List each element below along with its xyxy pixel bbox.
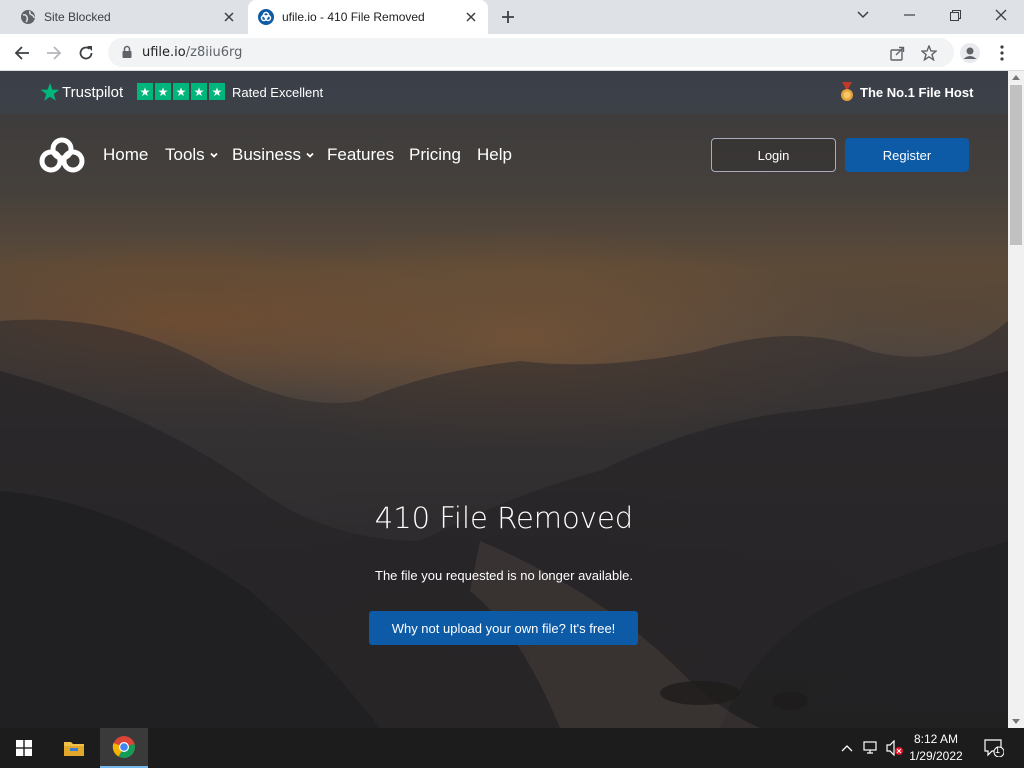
- chevron-down-icon: [306, 152, 314, 158]
- page-title: 410 File Removed: [374, 501, 634, 535]
- profile-button[interactable]: [956, 39, 984, 67]
- ufile-logo[interactable]: [38, 137, 86, 173]
- error-message: The file you requested is no longer avai…: [375, 568, 633, 583]
- file-explorer-button[interactable]: [50, 728, 98, 768]
- tab-ufile[interactable]: ufile.io - 410 File Removed: [248, 0, 488, 34]
- scrollbar-thumb[interactable]: [1010, 85, 1022, 245]
- tab-strip: Site Blocked ufile.io - 410 File Removed: [0, 0, 1024, 34]
- chevron-down-icon: [857, 11, 869, 19]
- kebab-menu-icon: [1000, 45, 1004, 61]
- nav-business[interactable]: Business: [232, 145, 314, 165]
- rating-text: Rated Excellent: [232, 85, 324, 100]
- lock-icon: [122, 45, 132, 58]
- badge-text: The No.1 File Host: [860, 85, 974, 100]
- folder-icon: [64, 742, 84, 756]
- chevron-up-icon[interactable]: [838, 739, 856, 757]
- network-icon[interactable]: [862, 739, 880, 757]
- scroll-down-arrow-icon[interactable]: [1012, 719, 1020, 724]
- notification-count: 1: [995, 745, 1001, 755]
- rating-star: ★: [191, 83, 207, 100]
- url-text: ufile.io/z8iiu6rg: [142, 45, 243, 60]
- nav-business-label: Business: [232, 145, 301, 164]
- close-icon: [995, 9, 1007, 21]
- bookmark-star-icon[interactable]: [920, 44, 938, 62]
- notification-center-icon[interactable]: 1: [983, 739, 1005, 757]
- reload-icon: [79, 46, 93, 60]
- browser-menu-button[interactable]: [988, 39, 1016, 67]
- clock-time: 8:12 AM: [913, 732, 959, 746]
- tab-site-blocked[interactable]: Site Blocked: [0, 0, 246, 34]
- scroll-up-arrow-icon[interactable]: [1012, 75, 1020, 80]
- nav-tools-label: Tools: [165, 145, 205, 164]
- trustpilot-label: Trustpilot: [62, 84, 124, 101]
- chevron-down-icon: [210, 152, 218, 158]
- new-tab-button[interactable]: [498, 7, 518, 27]
- register-button[interactable]: Register: [845, 138, 969, 172]
- tab-title: ufile.io - 410 File Removed: [282, 10, 425, 24]
- tab-search-button[interactable]: [840, 0, 886, 30]
- arrow-right-icon: [47, 46, 62, 60]
- forward-button[interactable]: [40, 39, 68, 67]
- address-bar[interactable]: ufile.io/z8iiu6rg: [108, 38, 954, 67]
- close-tab-icon[interactable]: [222, 10, 236, 24]
- restore-icon: [949, 9, 961, 21]
- start-button[interactable]: [0, 728, 48, 768]
- rating-star: ★: [209, 83, 225, 100]
- volume-muted-icon[interactable]: [886, 739, 904, 757]
- nav-home[interactable]: Home: [103, 145, 148, 165]
- share-icon[interactable]: [888, 44, 906, 62]
- close-tab-icon[interactable]: [464, 10, 478, 24]
- nav-help[interactable]: Help: [477, 145, 512, 165]
- nav-tools[interactable]: Tools: [165, 145, 218, 165]
- system-clock[interactable]: 8:12 AM 1/29/2022: [906, 731, 966, 765]
- page-scrollbar[interactable]: [1008, 71, 1024, 728]
- clock-date: 1/29/2022: [909, 749, 963, 763]
- trustpilot-rating: ★ ★ ★ ★ ★: [137, 83, 225, 100]
- login-button[interactable]: Login: [711, 138, 836, 172]
- tab-title: Site Blocked: [44, 10, 111, 24]
- browser-toolbar: ufile.io/z8iiu6rg: [0, 34, 1024, 71]
- minimize-button[interactable]: [886, 0, 932, 30]
- rating-star: ★: [173, 83, 189, 100]
- rating-star: ★: [137, 83, 153, 100]
- page-viewport: Trustpilot ★ ★ ★ ★ ★ Rated Excellent The…: [0, 71, 1008, 728]
- avatar-icon: [960, 43, 980, 63]
- nav-pricing[interactable]: Pricing: [409, 145, 461, 165]
- rating-star: ★: [155, 83, 171, 100]
- reload-button[interactable]: [72, 39, 100, 67]
- arrow-left-icon: [14, 46, 29, 60]
- close-window-button[interactable]: [978, 0, 1024, 30]
- medal-icon: [841, 82, 853, 101]
- back-button[interactable]: [8, 39, 36, 67]
- trustpilot-star-icon: [40, 83, 60, 101]
- upload-file-button[interactable]: Why not upload your own file? It's free!: [369, 611, 638, 645]
- plus-icon: [502, 11, 514, 23]
- windows-logo-icon: [16, 740, 32, 756]
- chrome-taskbar-button[interactable]: [100, 728, 148, 768]
- nav-features[interactable]: Features: [327, 145, 394, 165]
- ufile-logo-icon: [258, 9, 274, 25]
- chrome-icon: [112, 736, 135, 758]
- minimize-icon: [903, 14, 915, 16]
- globe-icon: [20, 9, 36, 25]
- restore-button[interactable]: [932, 0, 978, 30]
- windows-taskbar: 8:12 AM 1/29/2022 1: [0, 728, 1024, 768]
- trust-bar: Trustpilot ★ ★ ★ ★ ★ Rated Excellent The…: [0, 71, 1008, 114]
